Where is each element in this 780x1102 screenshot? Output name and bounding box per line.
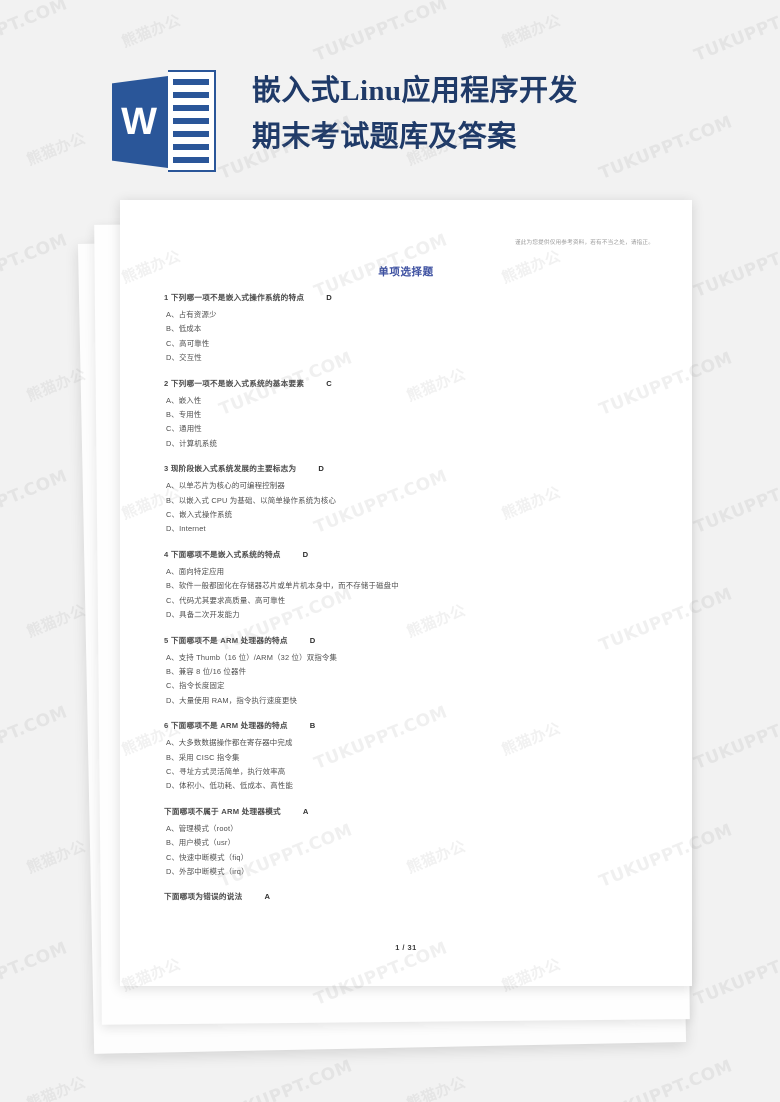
question-stem: 5 下面哪项不是 ARM 处理器的特点 D bbox=[164, 635, 658, 646]
question-stem-text: 下面哪项为错误的说法 bbox=[164, 892, 243, 902]
question-option: A、支持 Thumb（16 位）/ARM（32 位）双指令集 bbox=[166, 652, 338, 662]
question-answer: D bbox=[326, 293, 332, 302]
sheet-line bbox=[173, 131, 209, 137]
question-option: B、采用 CISC 指令集 bbox=[166, 752, 240, 762]
question-option: C、指令长度固定 bbox=[166, 681, 225, 691]
question-stem-text: 下面哪项不属于 ARM 处理器模式 bbox=[164, 806, 281, 816]
question-answer: A bbox=[264, 892, 271, 902]
word-icon-letter: W bbox=[121, 101, 157, 143]
question-block: 3 现阶段嵌入式系统发展的主要标志为 D A、以单芯片为核心的可编程控制器 B、以嵌入… bbox=[154, 463, 658, 533]
question-option: C、通用性 bbox=[166, 424, 202, 434]
section-heading: 单项选择题 bbox=[378, 266, 434, 278]
question-stem-text: 5 下面哪项不是 ARM 处理器的特点 bbox=[164, 635, 288, 645]
question-option: D、外部中断模式（irq） bbox=[166, 866, 249, 876]
question-option: D、大量使用 RAM，指令执行速度更快 bbox=[166, 695, 298, 705]
question-option: B、用户模式（usr） bbox=[166, 838, 236, 848]
question-block: 5 下面哪项不是 ARM 处理器的特点 D A、支持 Thumb（16 位）/ARM… bbox=[154, 635, 658, 705]
question-stem: 3 现阶段嵌入式系统发展的主要标志为 D bbox=[164, 463, 658, 474]
question-block: 6 下面哪项不是 ARM 处理器的特点 B A、大多数数据操作都在寄存器中完成 B、采… bbox=[154, 720, 658, 790]
question-option: B、软件一般都固化在存储器芯片或单片机本身中，而不存储于磁盘中 bbox=[166, 581, 399, 591]
question-answer: D bbox=[302, 549, 309, 559]
question-option: A、以单芯片为核心的可编程控制器 bbox=[166, 481, 285, 491]
question-option: C、嵌入式操作系统 bbox=[166, 510, 233, 520]
document-page-stack: 谨此为您提供仅用参考资料，若有不当之处，请指正。 单项选择题 1 下列哪一项不是… bbox=[0, 196, 780, 1076]
question-option: A、占有资源少 bbox=[166, 310, 217, 319]
question-option: D、Internet bbox=[166, 524, 206, 534]
question-option: A、大多数数据操作都在寄存器中完成 bbox=[166, 738, 293, 748]
question-option: C、快速中断模式（fiq） bbox=[166, 852, 249, 862]
page-title-line-2: 期末考试题库及答案 bbox=[252, 121, 517, 153]
question-option: B、专用性 bbox=[166, 410, 202, 420]
sheet-line bbox=[173, 92, 209, 98]
question-option: A、嵌入性 bbox=[166, 395, 202, 405]
question-option: A、面向特定应用 bbox=[166, 566, 225, 576]
question-block: 1 下列哪一项不是嵌入式操作系统的特点 D A、占有资源少 B、低成本 C、高可靠性 D、… bbox=[154, 292, 658, 362]
question-option: D、计算机系统 bbox=[166, 438, 218, 448]
page-sheet-front[interactable]: 谨此为您提供仅用参考资料，若有不当之处，请指正。 单项选择题 1 下列哪一项不是… bbox=[120, 200, 692, 986]
question-answer: C bbox=[326, 378, 332, 388]
question-block: 2 下列哪一项不是嵌入式系统的基本要素 C A、嵌入性 B、专用性 C、通用性 D、计算机… bbox=[154, 378, 658, 448]
page-number-footer: 1 / 31 bbox=[395, 943, 417, 952]
sheet-line bbox=[173, 118, 209, 124]
question-option: D、交互性 bbox=[166, 353, 202, 363]
question-stem-text: 1 下列哪一项不是嵌入式操作系统的特点 bbox=[164, 293, 305, 302]
page-title: 嵌入式Linu应用程序开发 期末考试题库及答案 bbox=[252, 68, 672, 160]
question-answer: D bbox=[318, 464, 325, 474]
question-option: B、低成本 bbox=[166, 324, 202, 334]
question-stem: 下面哪项为错误的说法 A bbox=[164, 891, 658, 902]
question-stem-text: 4 下面哪项不是嵌入式系统的特点 bbox=[164, 549, 281, 559]
question-list: 1 下列哪一项不是嵌入式操作系统的特点 D A、占有资源少 B、低成本 C、高可靠性 D、… bbox=[154, 292, 658, 902]
page-title-line-1: 嵌入式Linu应用程序开发 bbox=[252, 75, 578, 107]
question-block: 下面哪项不属于 ARM 处理器模式 A A、管理模式（root） B、用户模式（usr… bbox=[154, 806, 658, 876]
question-stem: 4 下面哪项不是嵌入式系统的特点 D bbox=[164, 549, 658, 560]
word-icon-sheet bbox=[168, 70, 216, 172]
question-option: B、以嵌入式 CPU 为基础、以简单操作系统为核心 bbox=[166, 495, 337, 505]
question-stem-text: 3 现阶段嵌入式系统发展的主要标志为 bbox=[164, 464, 297, 474]
disclaimer-note: 谨此为您提供仅用参考资料，若有不当之处，请指正。 bbox=[514, 240, 654, 246]
sheet-line bbox=[173, 105, 209, 111]
sheet-line bbox=[173, 79, 209, 85]
question-stem-text: 2 下列哪一项不是嵌入式系统的基本要素 bbox=[164, 378, 305, 388]
question-answer: D bbox=[309, 635, 316, 645]
question-answer: A bbox=[302, 806, 309, 816]
question-stem: 6 下面哪项不是 ARM 处理器的特点 B bbox=[164, 720, 658, 731]
question-option: D、体积小、低功耗、低成本、高性能 bbox=[166, 781, 293, 791]
question-option: D、具备二次开发能力 bbox=[166, 610, 240, 620]
question-block: 4 下面哪项不是嵌入式系统的特点 D A、面向特定应用 B、软件一般都固化在存储器芯片… bbox=[154, 549, 658, 619]
question-stem: 2 下列哪一项不是嵌入式系统的基本要素 C bbox=[164, 378, 658, 389]
question-stem: 下面哪项不属于 ARM 处理器模式 A bbox=[164, 806, 658, 817]
page-content: 谨此为您提供仅用参考资料，若有不当之处，请指正。 单项选择题 1 下列哪一项不是… bbox=[120, 200, 692, 986]
sheet-line bbox=[173, 144, 209, 150]
question-option: A、管理模式（root） bbox=[166, 823, 238, 833]
sheet-line bbox=[173, 157, 209, 163]
question-answer: B bbox=[309, 721, 316, 731]
question-option: C、代码尤其要求高质量、高可靠性 bbox=[166, 595, 286, 605]
question-block: 下面哪项为错误的说法 A bbox=[154, 891, 658, 902]
question-stem-text: 6 下面哪项不是 ARM 处理器的特点 bbox=[164, 721, 288, 731]
question-option: B、兼容 8 位/16 位器件 bbox=[166, 666, 247, 676]
question-option: C、高可靠性 bbox=[166, 338, 210, 348]
question-option: C、寻址方式灵活简单，执行效率高 bbox=[166, 766, 286, 776]
document-preview-header: W 嵌入式Linu应用程序开发 期末考试题库及答案 bbox=[0, 0, 780, 196]
question-stem: 1 下列哪一项不是嵌入式操作系统的特点 D bbox=[164, 292, 658, 303]
word-document-icon: W bbox=[112, 66, 216, 176]
